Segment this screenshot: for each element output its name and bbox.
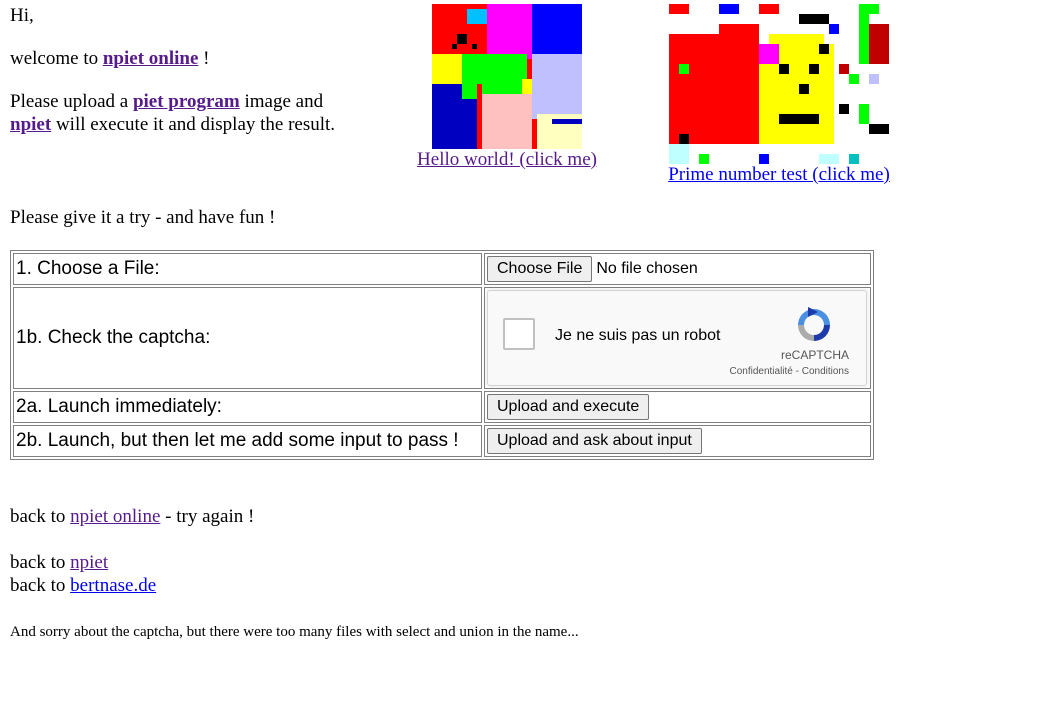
upload-form: 1. Choose a File: Choose File No file cho… [10, 250, 874, 460]
recaptcha-icon [798, 307, 830, 341]
choose-file-button[interactable]: Choose File [487, 256, 593, 282]
prime-number-piet-image[interactable] [669, 4, 889, 164]
back-bertnase-link[interactable]: bertnase.de [70, 575, 156, 596]
upload-line: Please upload a piet program image and [10, 91, 324, 112]
back-online-line: back to npiet online - try again ! [10, 506, 255, 527]
captcha-text: Je ne suis pas un robot [555, 327, 721, 344]
execute-line: npiet will execute it and display the re… [10, 114, 336, 135]
recaptcha-widget: Je ne suis pas un robot reCAPTCHA Confid… [487, 290, 867, 386]
try-message: Please give it a try - and have fun ! [10, 207, 276, 228]
captcha-checkbox[interactable] [503, 318, 535, 350]
launch-immediately-label: 2a. Launch immediately: [13, 391, 482, 423]
captcha-label: 1b. Check the captcha: [13, 287, 482, 389]
form-row-input: 2b. Launch, but then let me add some inp… [13, 425, 871, 457]
captcha-cell: Je ne suis pas un robot reCAPTCHA Confid… [484, 287, 871, 389]
prime-number-link[interactable]: Prime number test (click me) [660, 164, 898, 186]
no-file-chosen-text: No file chosen [596, 260, 698, 277]
input-cell: Upload and ask about input [484, 425, 871, 457]
file-input-cell: Choose File No file chosen [484, 253, 871, 285]
upload-execute-button[interactable]: Upload and execute [487, 394, 650, 420]
hello-world-example[interactable]: Hello world! (click me) [411, 4, 603, 171]
recaptcha-brand: reCAPTCHA [780, 348, 849, 362]
prime-test-example[interactable]: Prime number test (click me) [660, 4, 898, 186]
form-row-file: 1. Choose a File: Choose File No file cho… [13, 253, 871, 285]
form-row-execute: 2a. Launch immediately: Upload and execu… [13, 391, 871, 423]
upload-ask-input-button[interactable]: Upload and ask about input [487, 428, 702, 454]
recaptcha-legal-links[interactable]: Confidentialité - Conditions [729, 366, 849, 377]
back-npiet-online-link[interactable]: npiet online [70, 506, 160, 527]
execute-cell: Upload and execute [484, 391, 871, 423]
npiet-link[interactable]: npiet [10, 114, 51, 135]
back-npiet-link[interactable]: npiet [70, 552, 108, 573]
hello-world-piet-image[interactable] [432, 4, 582, 149]
back-npiet-line: back to npiet [10, 552, 109, 573]
welcome-line: welcome to npiet online ! [10, 48, 210, 69]
form-row-captcha: 1b. Check the captcha: Je ne suis pas un… [13, 287, 871, 389]
hello-world-link[interactable]: Hello world! (click me) [411, 149, 603, 171]
choose-file-label: 1. Choose a File: [13, 253, 482, 285]
back-bertnase-line: back to bertnase.de [10, 575, 157, 596]
greeting-hi: Hi, [10, 5, 34, 26]
launch-with-input-label: 2b. Launch, but then let me add some inp… [13, 425, 482, 457]
npiet-online-link[interactable]: npiet online [103, 48, 199, 69]
captcha-apology: And sorry about the captcha, but there w… [10, 624, 579, 640]
piet-program-link[interactable]: piet program [133, 91, 240, 112]
